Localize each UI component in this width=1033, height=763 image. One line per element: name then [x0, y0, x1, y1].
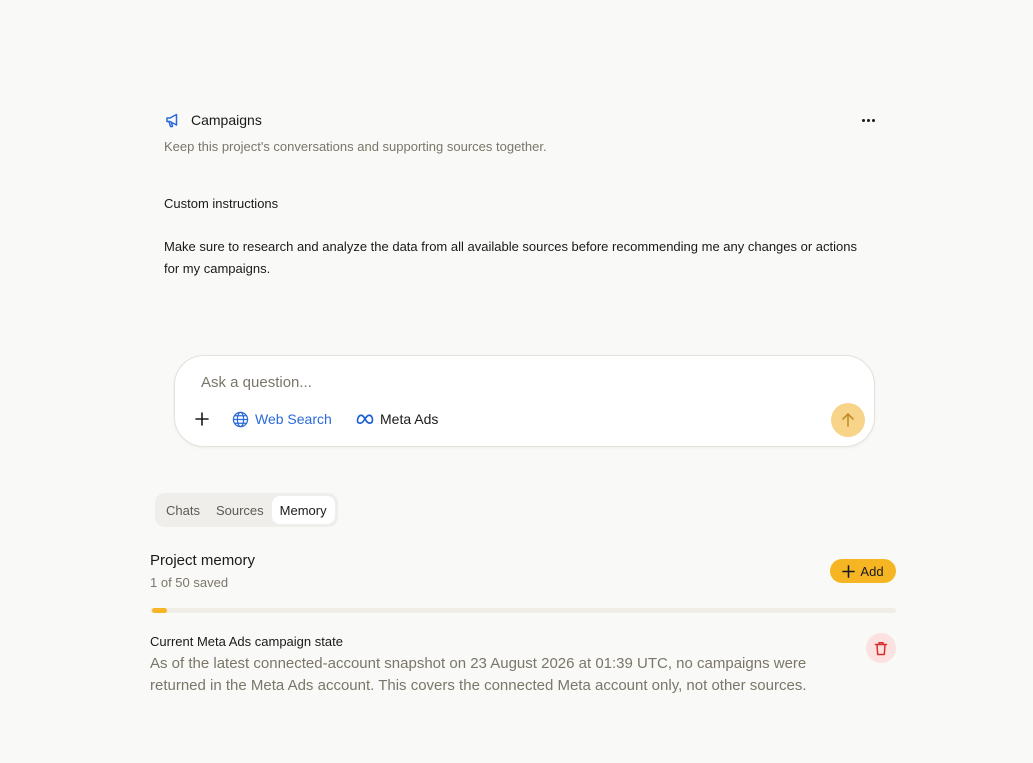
tab-sources[interactable]: Sources [208, 496, 272, 524]
memory-item-body[interactable]: As of the latest connected-account snaps… [150, 653, 850, 697]
question-input[interactable] [201, 374, 761, 391]
plus-icon [842, 564, 856, 578]
memory-usage-fill [152, 608, 167, 613]
trash-icon [874, 641, 888, 655]
project-subtitle: Keep this project's conversations and su… [164, 139, 547, 154]
project-header: Campaigns Keep this project's conversati… [164, 110, 880, 154]
more-dot-icon [866, 118, 870, 122]
meta-ads-toggle[interactable]: Meta Ads [356, 409, 438, 429]
tab-memory[interactable]: Memory [271, 496, 335, 524]
project-tabs: Chats Sources Memory [155, 493, 338, 527]
web-search-label: Web Search [255, 411, 332, 427]
meta-ads-label: Meta Ads [380, 411, 439, 427]
composer: Web Search Meta Ads [174, 355, 875, 447]
tab-chats[interactable]: Chats [158, 496, 208, 524]
delete-memory-button[interactable] [866, 633, 896, 663]
globe-icon [232, 411, 249, 427]
send-button[interactable] [831, 403, 865, 437]
attach-button[interactable] [192, 409, 212, 429]
custom-instructions-body[interactable]: Make sure to research and analyze the da… [164, 236, 864, 280]
memory-usage-bar [150, 608, 896, 613]
more-options-button[interactable] [856, 110, 880, 130]
megaphone-icon [164, 111, 182, 129]
add-memory-button[interactable]: Add [830, 559, 896, 583]
memory-item-title: Current Meta Ads campaign state [150, 634, 343, 649]
more-dot-icon [861, 118, 865, 122]
custom-instructions-title: Custom instructions [164, 196, 279, 211]
project-title: Campaigns [191, 112, 262, 128]
more-dot-icon [871, 118, 875, 122]
memory-count: 1 of 50 saved [150, 575, 229, 590]
project-title-row: Campaigns [164, 110, 880, 130]
add-memory-label: Add [860, 563, 884, 579]
meta-logo-icon [356, 414, 374, 424]
arrow-up-icon [842, 413, 854, 427]
memory-section-title: Project memory [150, 552, 256, 569]
web-search-toggle[interactable]: Web Search [232, 409, 332, 429]
plus-icon [195, 412, 209, 426]
